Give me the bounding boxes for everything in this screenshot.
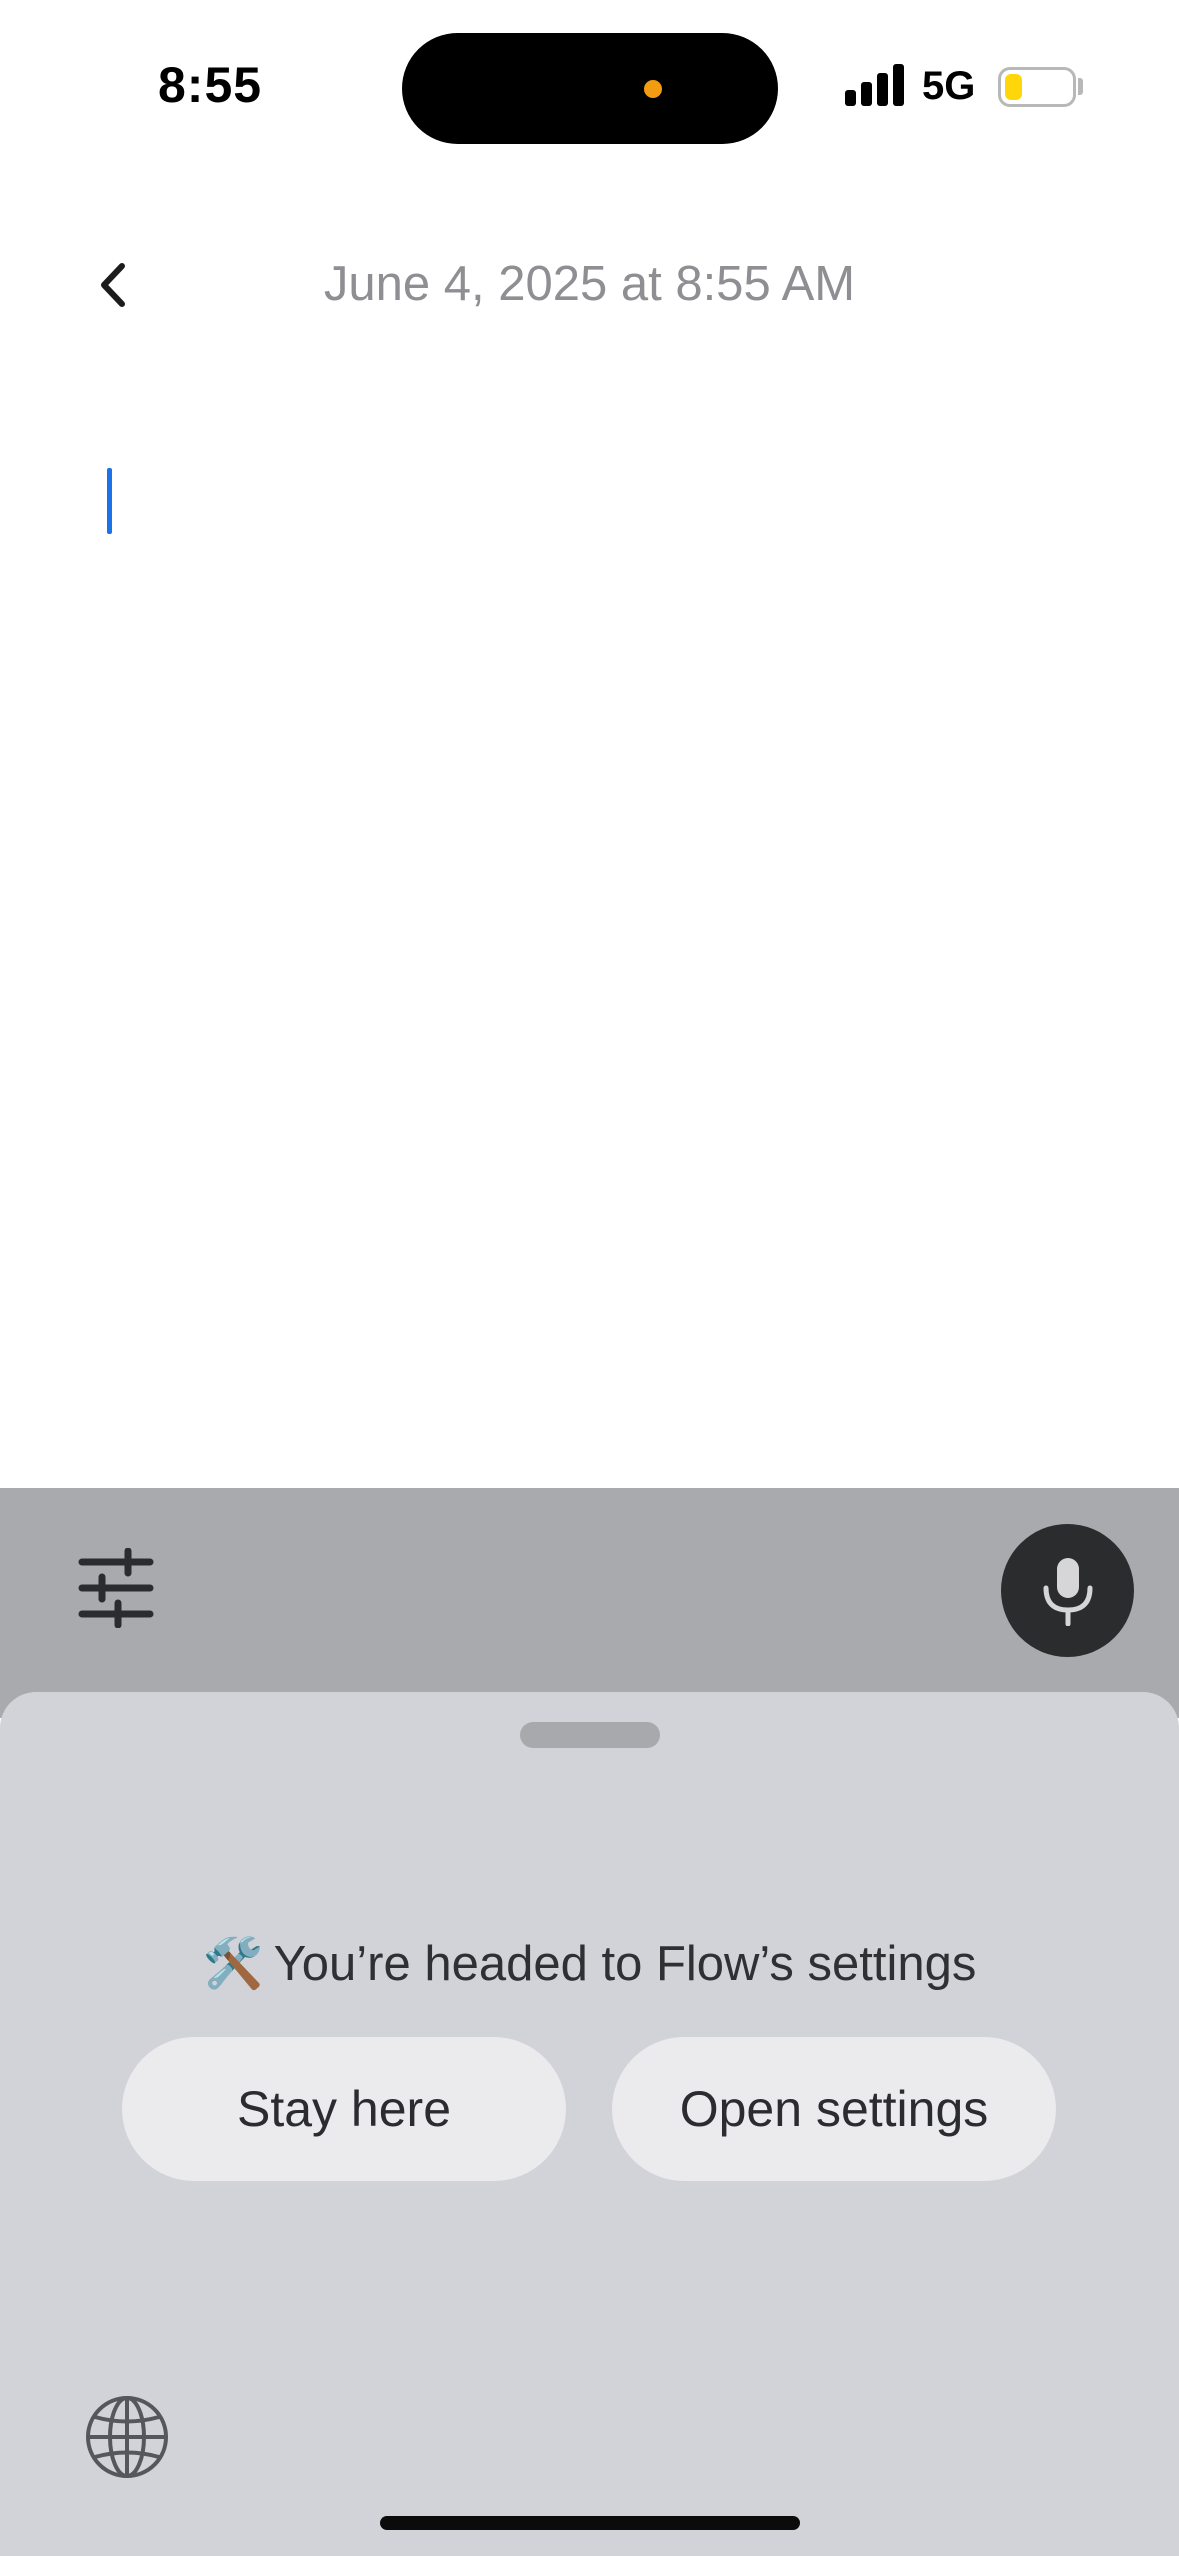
globe-icon xyxy=(86,2396,168,2478)
network-type: 5G xyxy=(922,64,976,108)
battery-nub xyxy=(1078,78,1083,95)
globe-button[interactable] xyxy=(82,2392,172,2482)
cellular-signal-icon xyxy=(845,62,905,106)
sheet-message: 🛠️ You’re headed to Flow’s settings xyxy=(0,1935,1179,1992)
home-indicator xyxy=(380,2516,800,2530)
hammer-wrench-icon: 🛠️ xyxy=(202,1937,264,1991)
sliders-icon xyxy=(78,1547,154,1629)
battery-level xyxy=(1005,74,1022,100)
status-time: 8:55 xyxy=(158,57,263,113)
microphone-icon xyxy=(1043,1557,1092,1626)
stay-here-button[interactable]: Stay here xyxy=(122,2037,566,2181)
note-editor[interactable] xyxy=(0,400,1179,1480)
notes-screen: 8:55 5G June 4, 2025 at 8:55 AM 🛠️ You’r… xyxy=(0,0,1179,2556)
sheet-message-text: You’re headed to Flow’s settings xyxy=(273,1937,977,1991)
note-date-title: June 4, 2025 at 8:55 AM xyxy=(323,257,856,311)
open-settings-button[interactable]: Open settings xyxy=(612,2037,1056,2181)
keyboard-toolbar xyxy=(0,1488,1179,1718)
microphone-button[interactable] xyxy=(1001,1524,1134,1657)
privacy-indicator-dot xyxy=(644,80,662,98)
dynamic-island xyxy=(402,33,778,144)
settings-sliders-button[interactable] xyxy=(78,1547,158,1629)
sheet-grabber[interactable] xyxy=(520,1722,660,1748)
text-caret xyxy=(107,468,112,534)
settings-prompt-sheet: 🛠️ You’re headed to Flow’s settings Stay … xyxy=(0,1692,1179,2556)
battery-icon xyxy=(998,67,1076,107)
